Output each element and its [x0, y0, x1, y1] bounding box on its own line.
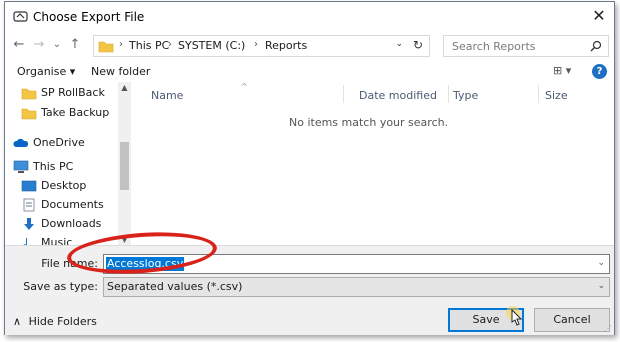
- column-header-size[interactable]: Size: [545, 89, 568, 102]
- folder-icon: [98, 41, 114, 53]
- breadcrumb-separator: ›: [119, 39, 123, 50]
- sidebar-item-label: Music: [41, 236, 73, 245]
- music-icon: [23, 238, 27, 245]
- sidebar-scrollbar[interactable]: ▲ ▼: [118, 82, 131, 245]
- search-icon: [590, 40, 602, 52]
- sidebar-item-documents[interactable]: Documents: [11, 196, 119, 214]
- file-name-input[interactable]: Accesslog.csv ⌄: [103, 254, 610, 274]
- title-bar: Choose Export File ✕: [5, 2, 614, 32]
- column-divider[interactable]: [448, 85, 449, 103]
- up-button[interactable]: ↑: [67, 37, 83, 53]
- app-icon: [13, 11, 28, 22]
- navigation-pane: SP RollBack Take Backup OneDrive This PC…: [5, 82, 131, 245]
- chevron-down-icon[interactable]: ⌄: [597, 258, 605, 268]
- download-icon: [24, 218, 34, 230]
- sidebar-item-onedrive[interactable]: OneDrive: [11, 134, 119, 152]
- sidebar-item-label: SP RollBack: [41, 86, 105, 99]
- sidebar-item-desktop[interactable]: Desktop: [11, 177, 119, 195]
- column-divider[interactable]: [343, 85, 344, 103]
- sidebar-item-downloads[interactable]: Downloads: [11, 215, 119, 233]
- scroll-down-icon[interactable]: ▼: [118, 235, 131, 244]
- save-as-type-value: Separated values (*.csv): [107, 280, 243, 293]
- desktop-icon: [21, 180, 37, 192]
- sidebar-item-label: Desktop: [41, 179, 87, 192]
- organise-button[interactable]: Organise ▾: [17, 65, 75, 78]
- search-placeholder: Search Reports: [452, 40, 536, 53]
- column-divider[interactable]: [538, 85, 539, 103]
- sidebar-item-sp-rollback[interactable]: SP RollBack: [11, 84, 119, 102]
- address-bar[interactable]: › This PC › SYSTEM (C:) › Reports ⌄ ↻: [93, 35, 430, 57]
- refresh-icon[interactable]: ↻: [413, 38, 423, 52]
- sidebar-item-take-backup[interactable]: Take Backup: [11, 104, 119, 122]
- window-title: Choose Export File: [33, 10, 145, 24]
- breadcrumb-separator: ›: [168, 39, 172, 50]
- sidebar-item-label: Documents: [41, 198, 104, 211]
- document-icon: [23, 198, 35, 212]
- mouse-cursor-icon: [506, 306, 523, 326]
- sidebar-item-label: Take Backup: [41, 106, 110, 119]
- folder-icon: [21, 88, 37, 100]
- sidebar-item-label: Downloads: [41, 217, 102, 230]
- sidebar-item-music[interactable]: Music: [11, 234, 119, 245]
- hide-folders-label: Hide Folders: [28, 315, 97, 328]
- sort-ascending-icon: ^: [241, 82, 248, 91]
- cancel-button[interactable]: Cancel: [534, 308, 610, 332]
- folder-icon: [21, 108, 37, 120]
- export-dialog: Choose Export File ✕ ← → ⌄ ↑ › This PC ›…: [4, 1, 615, 335]
- breadcrumb-system-c[interactable]: SYSTEM (C:): [178, 39, 245, 52]
- new-folder-button[interactable]: New folder: [91, 65, 150, 78]
- back-button[interactable]: ←: [11, 37, 27, 53]
- save-as-type-select[interactable]: Separated values (*.csv) ⌄: [103, 277, 610, 297]
- chevron-down-icon[interactable]: ⌄: [597, 281, 605, 291]
- forward-button[interactable]: →: [31, 37, 47, 53]
- close-button[interactable]: ✕: [584, 2, 614, 30]
- resize-grip-icon[interactable]: ⋰: [604, 324, 612, 333]
- recent-locations-button[interactable]: ⌄: [49, 37, 65, 53]
- command-bar: Organise ▾ New folder ⊞ ▾ ?: [5, 61, 614, 83]
- file-list: ^ Name Date modified Type Size No items …: [133, 82, 614, 245]
- sidebar-item-this-pc[interactable]: This PC: [11, 158, 119, 176]
- computer-icon: [13, 160, 29, 173]
- column-header-type[interactable]: Type: [453, 89, 478, 102]
- sidebar-item-label: This PC: [33, 160, 74, 173]
- save-as-type-label: Save as type:: [23, 280, 98, 293]
- hide-folders-button[interactable]: ∧ Hide Folders: [13, 315, 97, 328]
- chevron-up-icon: ∧: [13, 315, 22, 328]
- file-name-value: Accesslog.csv: [106, 257, 185, 271]
- scroll-up-icon[interactable]: ▲: [118, 83, 131, 92]
- empty-folder-message: No items match your search.: [289, 116, 449, 129]
- cloud-icon: [13, 138, 29, 147]
- view-options-icon[interactable]: ⊞ ▾: [553, 64, 571, 77]
- column-header-date-modified[interactable]: Date modified: [359, 89, 437, 102]
- search-input[interactable]: Search Reports: [443, 35, 609, 57]
- sidebar-item-label: OneDrive: [33, 136, 85, 149]
- navigation-bar: ← → ⌄ ↑ › This PC › SYSTEM (C:) › Report…: [5, 33, 614, 59]
- column-header-name[interactable]: Name: [151, 89, 183, 102]
- file-name-label: File name:: [41, 257, 98, 270]
- address-dropdown-icon[interactable]: ⌄: [395, 39, 403, 49]
- breadcrumb-this-pc[interactable]: This PC: [129, 39, 169, 52]
- breadcrumb-separator: ›: [254, 39, 258, 50]
- scrollbar-thumb[interactable]: [120, 142, 129, 190]
- breadcrumb-reports[interactable]: Reports: [265, 39, 307, 52]
- help-icon[interactable]: ?: [592, 64, 607, 79]
